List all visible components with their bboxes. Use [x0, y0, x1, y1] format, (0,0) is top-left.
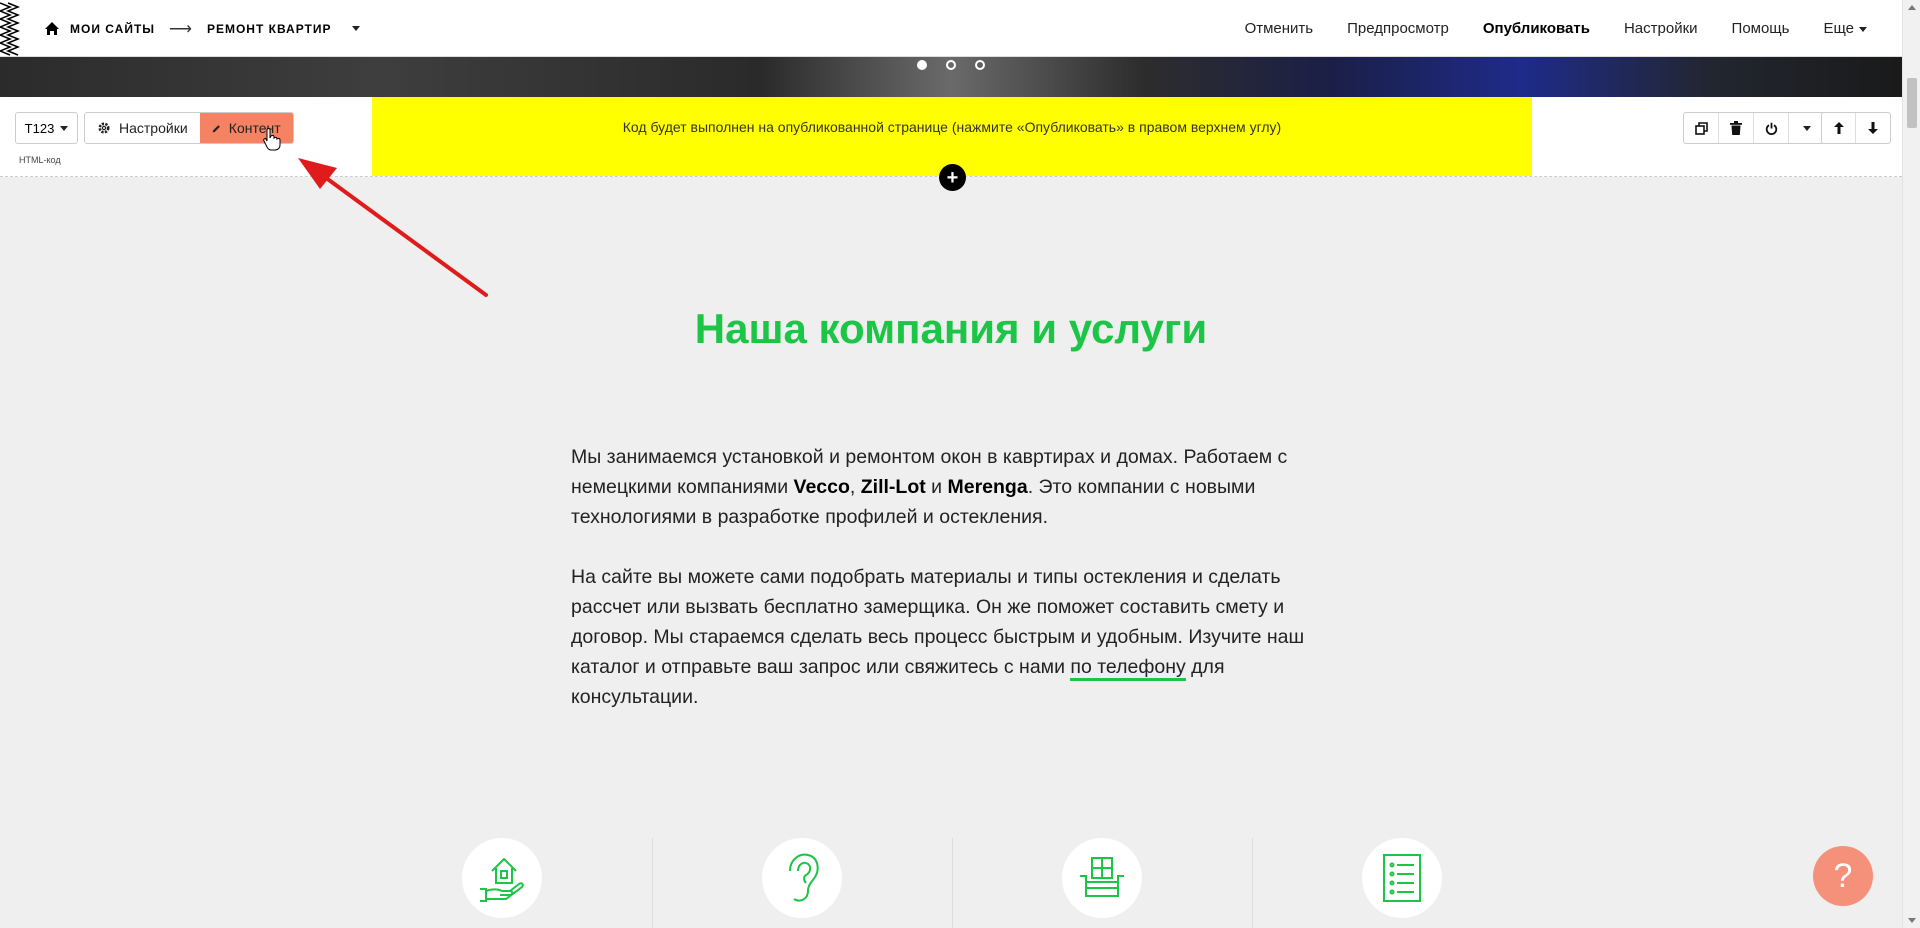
feature-icon-circle: [762, 838, 842, 918]
caret-down-icon: [1802, 125, 1811, 131]
chevron-down-icon: [1859, 26, 1867, 32]
slider-dot[interactable]: [975, 60, 985, 70]
help-floating-button[interactable]: ?: [1813, 846, 1873, 906]
undo-link[interactable]: Отменить: [1245, 20, 1314, 37]
section-title: Наша компания и услуги: [694, 305, 1208, 352]
move-block-toolbar: [1821, 112, 1891, 144]
ear-icon: [789, 853, 819, 902]
breadcrumb-project[interactable]: РЕМОНТ КВАРТИР: [207, 22, 332, 36]
settings-link[interactable]: Настройки: [1624, 20, 1698, 37]
paragraph-text: ,: [849, 476, 861, 498]
slider-dot[interactable]: [917, 60, 927, 70]
zigzag-decoration-icon: [0, 2, 21, 56]
feature-icon-circle: [1062, 838, 1142, 918]
page-scrollbar[interactable]: [1902, 0, 1920, 928]
checklist-icon: [1383, 854, 1421, 902]
section-paragraph-2: На сайте вы можете сами подобрать матери…: [571, 562, 1351, 712]
caret-down-icon: [60, 125, 69, 131]
brand-name: Merenga: [947, 476, 1028, 498]
arrow-up-icon: [1833, 122, 1844, 134]
block-type-label: T123: [24, 120, 55, 136]
feature-icon-circle: [462, 838, 542, 918]
delete-button[interactable]: [1719, 113, 1754, 143]
notice-text: Код будет выполнен на опубликованной стр…: [622, 119, 1282, 135]
duplicate-icon: [1694, 121, 1708, 135]
block-content-label: Контент: [228, 120, 281, 136]
block-content-button[interactable]: Контент: [199, 113, 293, 143]
divider: [652, 838, 653, 928]
feature-icon-circle: [1362, 838, 1442, 918]
top-bar: МОИ САЙТЫ ⟶ РЕМОНТ КВАРТИР Отменить Пред…: [0, 0, 1902, 57]
house-hand-icon: [480, 857, 524, 902]
help-link[interactable]: Помощь: [1732, 20, 1790, 37]
section-paragraph-1: Мы занимаемся установкой и ремонтом окон…: [571, 442, 1351, 532]
slider-dot[interactable]: [946, 60, 956, 70]
publish-link[interactable]: Опубликовать: [1483, 20, 1590, 37]
breadcrumb: МОИ САЙТЫ ⟶ РЕМОНТ КВАРТИР: [44, 0, 360, 57]
more-label: Еще: [1823, 20, 1854, 37]
block-settings-label: Настройки: [119, 120, 188, 136]
block-actions-toolbar: [1683, 112, 1825, 144]
toggle-visibility-button[interactable]: [1754, 113, 1789, 143]
scrollbar-thumb[interactable]: [1907, 78, 1917, 128]
move-down-button[interactable]: [1856, 113, 1890, 143]
home-icon[interactable]: [44, 21, 60, 36]
scroll-down-arrow-icon[interactable]: [1908, 918, 1916, 923]
add-block-button[interactable]: +: [939, 164, 966, 191]
features-row: [0, 838, 1902, 928]
breadcrumb-my-sites[interactable]: МОИ САЙТЫ: [70, 22, 155, 36]
block-settings-button[interactable]: Настройки: [85, 113, 200, 143]
brand-name: Zill-Lot: [860, 476, 926, 498]
preview-link[interactable]: Предпросмотр: [1347, 20, 1449, 37]
paragraph-text: и: [925, 476, 948, 498]
divider: [952, 838, 953, 928]
more-menu[interactable]: Еще: [1823, 20, 1867, 37]
power-icon: [1765, 122, 1777, 135]
slider-dots: [917, 60, 985, 70]
arrow-down-icon: [1868, 122, 1878, 134]
duplicate-button[interactable]: [1684, 113, 1719, 143]
divider: [1252, 838, 1253, 928]
phone-link[interactable]: по телефону: [1070, 656, 1186, 681]
block-type-dropdown[interactable]: T123: [15, 112, 78, 144]
more-actions-dropdown[interactable]: [1789, 113, 1824, 143]
gear-icon: [98, 122, 110, 134]
brand-name: Vecco: [793, 476, 850, 498]
project-dropdown-icon[interactable]: [351, 26, 360, 31]
building-box-icon: [1080, 857, 1124, 897]
trash-icon: [1730, 121, 1742, 135]
top-nav: Отменить Предпросмотр Опубликовать Настр…: [1245, 0, 1867, 57]
breadcrumb-separator: ⟶: [169, 20, 193, 38]
scroll-up-arrow-icon[interactable]: [1908, 5, 1916, 10]
annotation-arrow-icon: [316, 170, 488, 297]
pencil-icon: [212, 124, 220, 132]
move-up-button[interactable]: [1822, 113, 1856, 143]
block-name-label: HTML-код: [19, 155, 61, 165]
block-button-group: Настройки Контент: [84, 112, 294, 144]
